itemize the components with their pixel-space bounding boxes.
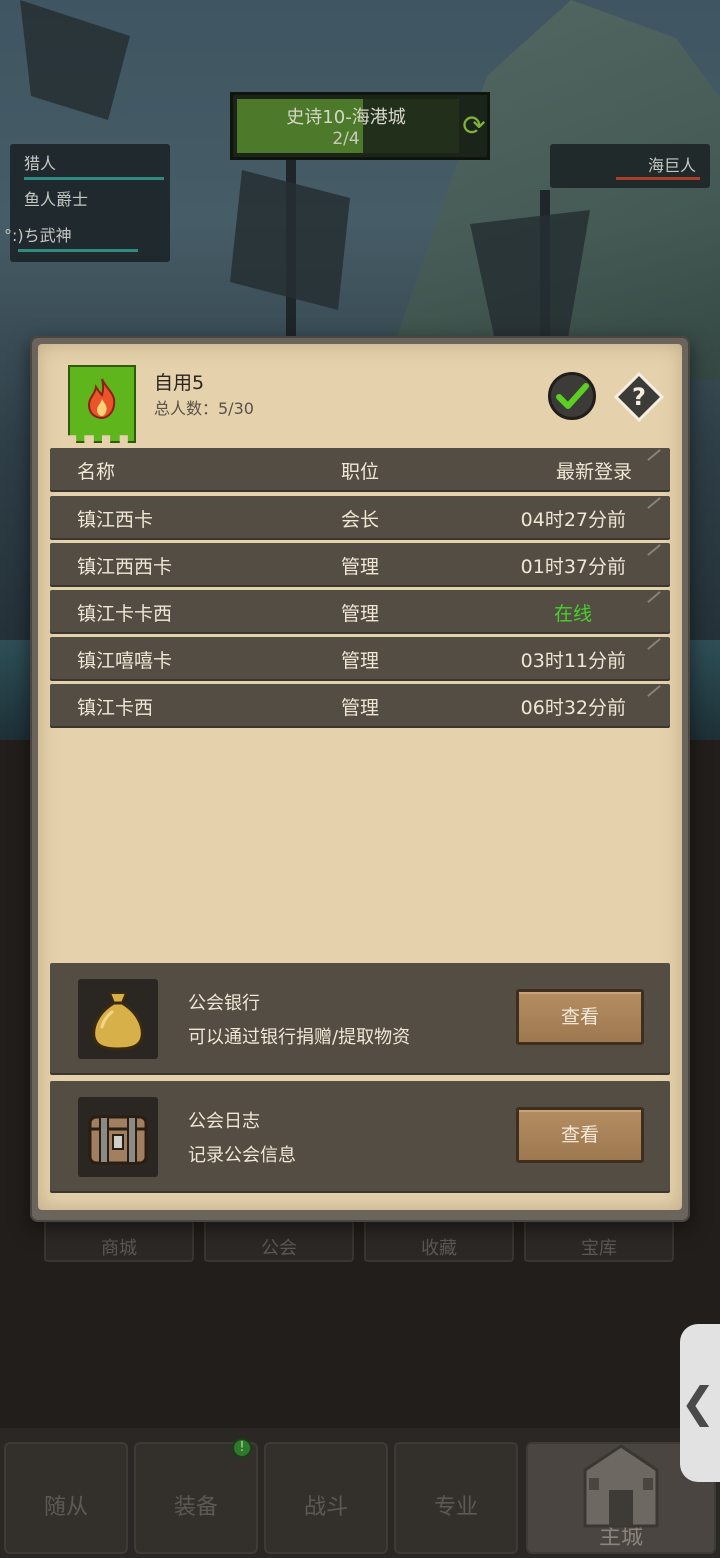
member-name: 镇江卡卡西	[77, 603, 173, 625]
refresh-icon[interactable]: ⟳	[459, 109, 489, 143]
member-last-login: 01时37分前	[520, 556, 626, 578]
nav-profession[interactable]: 专业	[394, 1442, 518, 1554]
notification-badge-icon: !	[232, 1438, 252, 1458]
member-role: 会长	[340, 509, 379, 531]
sail-shape	[20, 0, 130, 120]
checkmark-icon	[556, 383, 589, 409]
svg-text:?: ?	[632, 383, 646, 411]
scratch-decoration	[647, 449, 661, 461]
scratch-decoration	[647, 591, 661, 603]
guild-bank-title: 公会银行	[188, 993, 260, 1014]
flame-icon	[87, 378, 116, 419]
checkin-button[interactable]	[548, 372, 596, 420]
member-last-login: 04时27分前	[520, 509, 626, 531]
tab-collection[interactable]: 收藏	[364, 1218, 514, 1262]
member-name: 镇江西卡	[77, 509, 154, 531]
guild-bank-card: 公会银行 可以通过银行捐赠/提取物资 查看	[50, 963, 670, 1073]
guild-member-count: 总人数：5/30	[154, 399, 254, 418]
member-role: 管理	[340, 603, 379, 625]
tab-treasury[interactable]: 宝库	[524, 1218, 674, 1262]
party-panel: 猎人 鱼人爵士 °:)ち武神	[4, 144, 170, 262]
dungeon-progress-badge[interactable]: 史诗10-海港城 2/4 ⟳	[230, 92, 490, 160]
guild-panel-parchment: 自用5 总人数：5/30 ? 名称 职位 最新登录 镇江西卡 会长 04时27分…	[38, 344, 682, 1210]
tab-shop[interactable]: 商城	[44, 1218, 194, 1262]
nav-battle[interactable]: 战斗	[264, 1442, 388, 1554]
member-online-status: 在线	[553, 603, 592, 625]
guild-panel: 自用5 总人数：5/30 ? 名称 职位 最新登录 镇江西卡 会长 04时27分…	[30, 336, 690, 1222]
member-table-header: 名称 职位 最新登录	[50, 448, 670, 490]
member-role: 管理	[340, 697, 379, 719]
member-last-login: 06时32分前	[520, 697, 626, 719]
member-row[interactable]: 镇江嘻嘻卡 管理 03时11分前	[50, 637, 670, 679]
enemy-panel[interactable]: 海巨人	[550, 144, 710, 188]
member-row[interactable]: 镇江西卡 会长 04时27分前	[50, 496, 670, 538]
money-bag-icon	[78, 979, 158, 1059]
member-name: 镇江西西卡	[77, 556, 173, 578]
guild-log-card: 公会日志 记录公会信息 查看	[50, 1081, 670, 1191]
member-role: 管理	[340, 650, 379, 672]
guild-bank-view-button[interactable]: 查看	[516, 989, 644, 1045]
guild-log-desc: 记录公会信息	[188, 1145, 296, 1166]
scratch-decoration	[647, 497, 661, 509]
help-icon[interactable]: ?	[614, 372, 664, 422]
guild-flag-icon	[68, 365, 136, 443]
guild-name: 自用5	[154, 372, 205, 394]
guild-log-title: 公会日志	[188, 1111, 260, 1132]
sail-shape	[230, 170, 350, 310]
town-subtabs: 商城 公会 收藏 宝库	[44, 1218, 678, 1264]
party-member-name: °:)ち武神	[4, 226, 72, 245]
member-last-login: 03时11分前	[520, 650, 626, 672]
scratch-decoration	[647, 685, 661, 697]
party-member[interactable]: 猎人	[24, 150, 164, 184]
member-name: 镇江嘻嘻卡	[77, 650, 173, 672]
party-member-hp-bar	[24, 177, 164, 180]
scratch-decoration	[647, 544, 661, 556]
castle-icon	[583, 1444, 659, 1528]
member-row[interactable]: 镇江西西卡 管理 01时37分前	[50, 543, 670, 585]
party-member-name: 鱼人爵士	[24, 190, 89, 209]
member-row[interactable]: 镇江卡西 管理 06时32分前	[50, 684, 670, 726]
header-role: 职位	[340, 461, 379, 483]
party-member-hp-bar	[18, 249, 138, 252]
party-member[interactable]: 鱼人爵士	[24, 186, 164, 220]
member-name: 镇江卡西	[77, 697, 154, 719]
dungeon-progress-text: 2/4	[332, 129, 360, 149]
nav-followers[interactable]: 随从	[4, 1442, 128, 1554]
member-role: 管理	[340, 556, 379, 578]
scratch-decoration	[647, 638, 661, 650]
side-drawer-toggle[interactable]: ❮	[680, 1324, 720, 1482]
treasure-chest-icon	[78, 1097, 158, 1177]
party-member[interactable]: °:)ち武神	[4, 222, 144, 256]
enemy-name: 海巨人	[647, 156, 696, 175]
dungeon-title: 史诗10-海港城	[286, 107, 406, 128]
guild-bank-desc: 可以通过银行捐赠/提取物资	[188, 1027, 411, 1048]
member-row[interactable]: 镇江卡卡西 管理 在线	[50, 590, 670, 632]
party-member-name: 猎人	[24, 154, 57, 173]
nav-equipment[interactable]: 装备	[134, 1442, 258, 1554]
header-last-login: 最新登录	[555, 461, 632, 483]
header-name: 名称	[77, 461, 116, 483]
enemy-hp-bar	[616, 177, 700, 180]
guild-log-view-button[interactable]: 查看	[516, 1107, 644, 1163]
tab-guild[interactable]: 公会	[204, 1218, 354, 1262]
